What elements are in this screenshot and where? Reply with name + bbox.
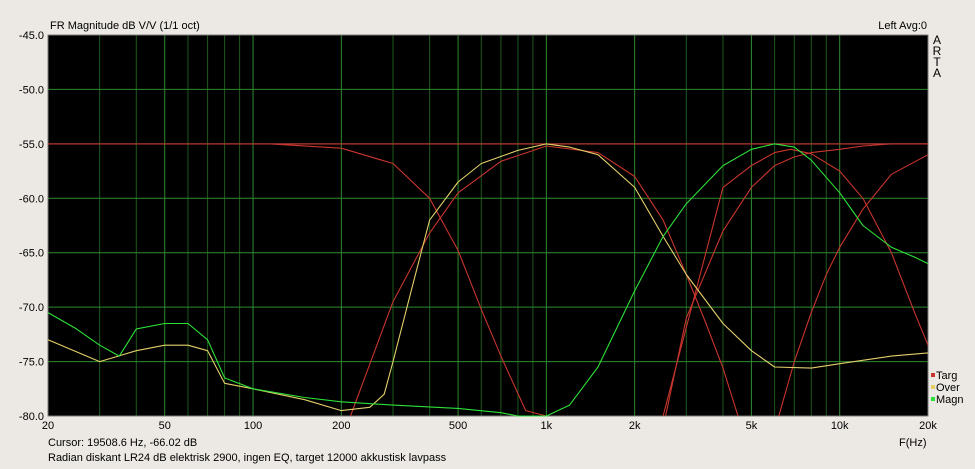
y-tick-label: -55.0	[19, 139, 44, 151]
cursor-readout: Cursor: 19508.6 Hz, -66.02 dB	[48, 437, 198, 449]
x-tick-label: 20	[42, 420, 54, 432]
arta-window: FR Magnitude dB V/V (1/1 oct) Left Avg:0…	[0, 0, 975, 469]
legend-swatch	[931, 385, 935, 389]
x-tick-label: 200	[332, 420, 350, 432]
x-axis-unit: F(Hz)	[899, 437, 927, 449]
legend-swatch	[931, 397, 935, 401]
legend-label: Magn	[936, 394, 964, 406]
x-tick-label: 500	[449, 420, 467, 432]
x-tick-label: 2k	[629, 420, 641, 432]
plot-area	[48, 35, 928, 416]
y-tick-label: -70.0	[19, 302, 44, 314]
y-tick-label: -80.0	[19, 411, 44, 423]
x-tick-label: 50	[159, 420, 171, 432]
x-tick-label: 5k	[746, 420, 758, 432]
y-tick-label: -65.0	[19, 248, 44, 260]
y-tick-label: -75.0	[19, 357, 44, 369]
x-tick-label: 10k	[831, 420, 849, 432]
x-tick-label: 100	[244, 420, 262, 432]
x-tick-label: 1k	[541, 420, 553, 432]
y-tick-label: -45.0	[19, 30, 44, 42]
legend-swatch	[931, 373, 935, 377]
y-tick-label: -50.0	[19, 84, 44, 96]
caption-text: Radian diskant LR24 dB elektrisk 2900, i…	[48, 452, 447, 464]
legend-label: Targ	[936, 370, 957, 382]
x-tick-label: 20k	[919, 420, 937, 432]
frequency-response-chart[interactable]: -45.0 -50.0 -55.0 -60.0 -65.0 -70.0 -75.0 -80.0…	[0, 0, 975, 469]
y-tick-label: -60.0	[19, 193, 44, 205]
legend-label: Over	[936, 382, 960, 394]
